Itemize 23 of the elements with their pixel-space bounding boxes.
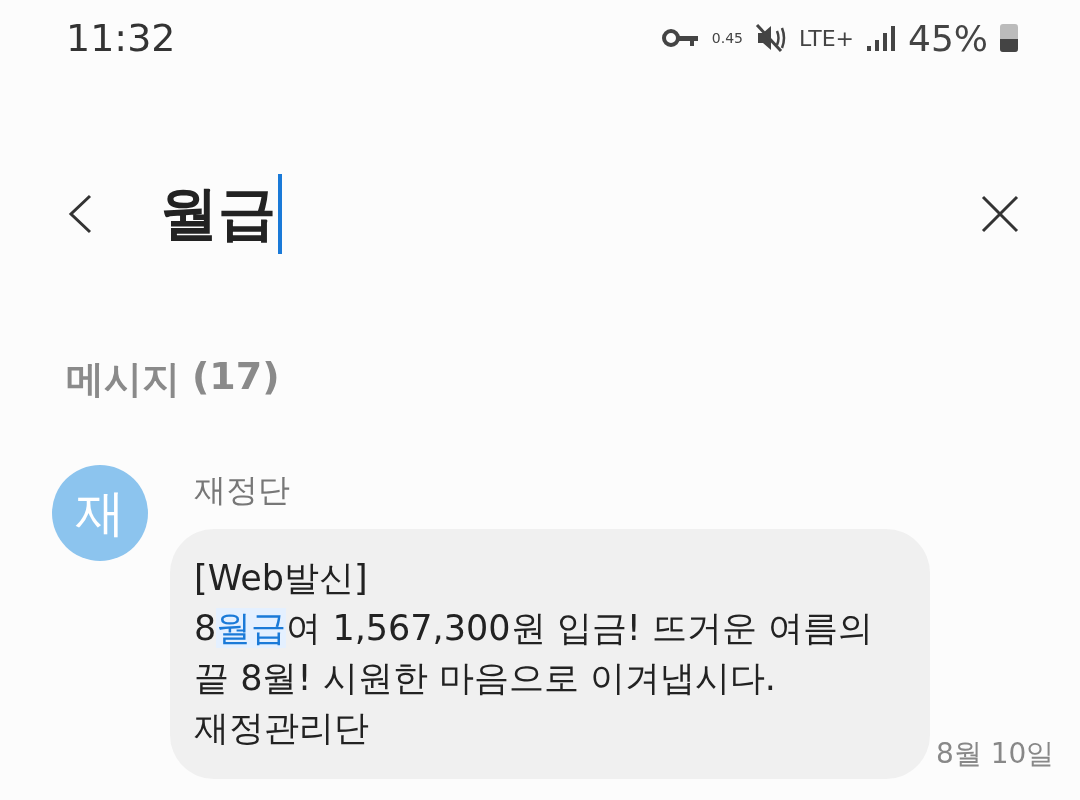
key-icon — [661, 27, 700, 49]
mute-icon — [755, 23, 787, 53]
message-text: 8 — [194, 608, 217, 648]
search-field[interactable]: 월급 — [160, 174, 980, 254]
avatar: 재 — [52, 465, 148, 561]
sender-name: 재정단 — [194, 470, 291, 511]
result-count: (17) — [192, 354, 280, 400]
message-text: 끝 8월! 시원한 마음으로 이겨냅시다. — [194, 658, 776, 698]
message-date: 8월 10일 — [936, 736, 1055, 772]
message-text: [Web발신] — [194, 558, 368, 598]
data-speed: 0.45 — [711, 30, 743, 46]
back-button[interactable] — [66, 194, 94, 234]
signal-icon — [866, 24, 896, 52]
message-bubble[interactable]: [Web발신] 8월급여 1,567,300원 입금! 뜨거운 여름의 끝 8월! 시원한 마음으로 이겨냅시다. 재정관리단 — [170, 529, 930, 779]
network-type: LTE+ — [799, 25, 854, 51]
message-text: 재정관리단 — [194, 708, 369, 748]
status-time: 11:32 — [66, 16, 176, 60]
message-text: 여 1,567,300원 입금! 뜨거운 여름의 — [286, 608, 873, 648]
close-button[interactable] — [980, 194, 1020, 234]
section-title: 메시지 — [66, 356, 180, 403]
battery-percent: 45% — [908, 17, 988, 59]
highlighted-text: 월급 — [216, 608, 287, 648]
battery-icon — [1000, 24, 1018, 52]
